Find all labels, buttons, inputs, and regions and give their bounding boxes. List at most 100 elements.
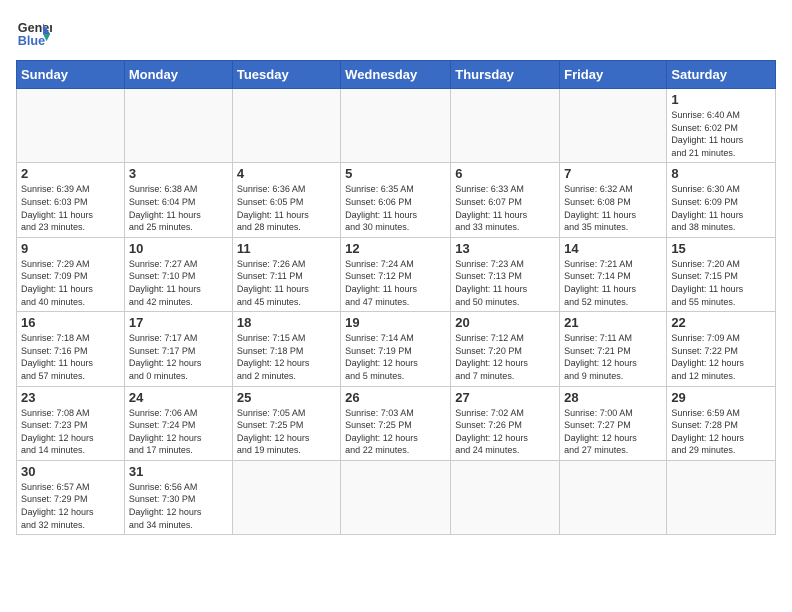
col-header-thursday: Thursday <box>451 61 560 89</box>
day-info: Sunrise: 6:35 AMSunset: 6:06 PMDaylight:… <box>345 183 446 233</box>
day-info: Sunrise: 6:59 AMSunset: 7:28 PMDaylight:… <box>671 407 771 457</box>
day-number: 7 <box>564 166 662 181</box>
day-info: Sunrise: 7:06 AMSunset: 7:24 PMDaylight:… <box>129 407 228 457</box>
calendar-day: 18 Sunrise: 7:15 AMSunset: 7:18 PMDayligh… <box>232 312 340 386</box>
calendar-week-3: 9Sunrise: 7:29 AMSunset: 7:09 PMDaylight… <box>17 237 776 311</box>
day-info: Sunrise: 7:12 AMSunset: 7:20 PMDaylight:… <box>455 332 555 382</box>
day-info: Sunrise: 7:29 AMSunset: 7:09 PMDaylight:… <box>21 258 120 308</box>
calendar-day: 29Sunrise: 6:59 AMSunset: 7:28 PMDayligh… <box>667 386 776 460</box>
day-info: Sunrise: 7:24 AMSunset: 7:12 PMDaylight:… <box>345 258 446 308</box>
day-info: Sunrise: 7:09 AMSunset: 7:22 PMDaylight:… <box>671 332 771 382</box>
calendar-week-6: 30Sunrise: 6:57 AMSunset: 7:29 PMDayligh… <box>17 460 776 534</box>
calendar-day <box>451 89 560 163</box>
day-info: Sunrise: 7:26 AMSunset: 7:11 PMDaylight:… <box>237 258 336 308</box>
day-number: 18 <box>237 315 336 330</box>
day-info: Sunrise: 7:17 AMSunset: 7:17 PMDaylight:… <box>129 332 228 382</box>
calendar-day: 22 Sunrise: 7:09 AMSunset: 7:22 PMDayligh… <box>667 312 776 386</box>
calendar-day <box>451 460 560 534</box>
calendar-day: 5 Sunrise: 6:35 AMSunset: 6:06 PMDaylight… <box>341 163 451 237</box>
calendar-day <box>17 89 125 163</box>
day-number: 21 <box>564 315 662 330</box>
day-number: 17 <box>129 315 228 330</box>
day-number: 10 <box>129 241 228 256</box>
calendar-table: SundayMondayTuesdayWednesdayThursdayFrid… <box>16 60 776 535</box>
day-info: Sunrise: 7:23 AMSunset: 7:13 PMDaylight:… <box>455 258 555 308</box>
day-number: 22 <box>671 315 771 330</box>
calendar-day: 7 Sunrise: 6:32 AMSunset: 6:08 PMDaylight… <box>560 163 667 237</box>
calendar-day: 19Sunrise: 7:14 AMSunset: 7:19 PMDayligh… <box>341 312 451 386</box>
day-number: 11 <box>237 241 336 256</box>
calendar-day: 8Sunrise: 6:30 AMSunset: 6:09 PMDaylight… <box>667 163 776 237</box>
day-number: 4 <box>237 166 336 181</box>
calendar-day: 3 Sunrise: 6:38 AMSunset: 6:04 PMDaylight… <box>124 163 232 237</box>
calendar-day: 9Sunrise: 7:29 AMSunset: 7:09 PMDaylight… <box>17 237 125 311</box>
day-info: Sunrise: 7:21 AMSunset: 7:14 PMDaylight:… <box>564 258 662 308</box>
calendar-day: 13 Sunrise: 7:23 AMSunset: 7:13 PMDayligh… <box>451 237 560 311</box>
day-number: 25 <box>237 390 336 405</box>
day-number: 3 <box>129 166 228 181</box>
col-header-wednesday: Wednesday <box>341 61 451 89</box>
header: General Blue <box>16 16 776 52</box>
col-header-sunday: Sunday <box>17 61 125 89</box>
calendar-day: 30Sunrise: 6:57 AMSunset: 7:29 PMDayligh… <box>17 460 125 534</box>
day-number: 24 <box>129 390 228 405</box>
day-info: Sunrise: 7:20 AMSunset: 7:15 PMDaylight:… <box>671 258 771 308</box>
day-info: Sunrise: 7:03 AMSunset: 7:25 PMDaylight:… <box>345 407 446 457</box>
day-info: Sunrise: 6:38 AMSunset: 6:04 PMDaylight:… <box>129 183 228 233</box>
calendar-day: 17 Sunrise: 7:17 AMSunset: 7:17 PMDayligh… <box>124 312 232 386</box>
calendar-day: 23Sunrise: 7:08 AMSunset: 7:23 PMDayligh… <box>17 386 125 460</box>
day-number: 26 <box>345 390 446 405</box>
calendar-week-4: 16Sunrise: 7:18 AMSunset: 7:16 PMDayligh… <box>17 312 776 386</box>
calendar-day <box>124 89 232 163</box>
day-info: Sunrise: 6:36 AMSunset: 6:05 PMDaylight:… <box>237 183 336 233</box>
svg-text:Blue: Blue <box>18 34 45 48</box>
calendar-day: 27 Sunrise: 7:02 AMSunset: 7:26 PMDayligh… <box>451 386 560 460</box>
calendar-day: 1 Sunrise: 6:40 AMSunset: 6:02 PMDaylight… <box>667 89 776 163</box>
day-info: Sunrise: 6:40 AMSunset: 6:02 PMDaylight:… <box>671 109 771 159</box>
day-number: 27 <box>455 390 555 405</box>
day-info: Sunrise: 7:02 AMSunset: 7:26 PMDaylight:… <box>455 407 555 457</box>
logo-icon: General Blue <box>16 16 52 52</box>
day-info: Sunrise: 7:11 AMSunset: 7:21 PMDaylight:… <box>564 332 662 382</box>
calendar-day: 16Sunrise: 7:18 AMSunset: 7:16 PMDayligh… <box>17 312 125 386</box>
day-number: 30 <box>21 464 120 479</box>
day-number: 19 <box>345 315 446 330</box>
calendar-day: 12 Sunrise: 7:24 AMSunset: 7:12 PMDayligh… <box>341 237 451 311</box>
calendar-day: 31 Sunrise: 6:56 AMSunset: 7:30 PMDayligh… <box>124 460 232 534</box>
calendar-day: 4 Sunrise: 6:36 AMSunset: 6:05 PMDaylight… <box>232 163 340 237</box>
day-info: Sunrise: 6:56 AMSunset: 7:30 PMDaylight:… <box>129 481 228 531</box>
day-info: Sunrise: 6:32 AMSunset: 6:08 PMDaylight:… <box>564 183 662 233</box>
calendar-day: 26 Sunrise: 7:03 AMSunset: 7:25 PMDayligh… <box>341 386 451 460</box>
calendar-day: 20Sunrise: 7:12 AMSunset: 7:20 PMDayligh… <box>451 312 560 386</box>
calendar-day <box>667 460 776 534</box>
calendar-day: 21 Sunrise: 7:11 AMSunset: 7:21 PMDayligh… <box>560 312 667 386</box>
calendar-week-5: 23Sunrise: 7:08 AMSunset: 7:23 PMDayligh… <box>17 386 776 460</box>
day-info: Sunrise: 7:15 AMSunset: 7:18 PMDaylight:… <box>237 332 336 382</box>
day-number: 13 <box>455 241 555 256</box>
day-info: Sunrise: 7:05 AMSunset: 7:25 PMDaylight:… <box>237 407 336 457</box>
day-info: Sunrise: 6:30 AMSunset: 6:09 PMDaylight:… <box>671 183 771 233</box>
col-header-friday: Friday <box>560 61 667 89</box>
calendar-week-1: 1 Sunrise: 6:40 AMSunset: 6:02 PMDaylight… <box>17 89 776 163</box>
day-info: Sunrise: 7:27 AMSunset: 7:10 PMDaylight:… <box>129 258 228 308</box>
day-number: 5 <box>345 166 446 181</box>
day-number: 1 <box>671 92 771 107</box>
day-info: Sunrise: 7:18 AMSunset: 7:16 PMDaylight:… <box>21 332 120 382</box>
calendar-week-2: 2Sunrise: 6:39 AMSunset: 6:03 PMDaylight… <box>17 163 776 237</box>
logo: General Blue <box>16 16 52 52</box>
calendar-header-row: SundayMondayTuesdayWednesdayThursdayFrid… <box>17 61 776 89</box>
day-info: Sunrise: 6:39 AMSunset: 6:03 PMDaylight:… <box>21 183 120 233</box>
day-number: 15 <box>671 241 771 256</box>
day-number: 12 <box>345 241 446 256</box>
calendar-day: 25 Sunrise: 7:05 AMSunset: 7:25 PMDayligh… <box>232 386 340 460</box>
day-info: Sunrise: 7:08 AMSunset: 7:23 PMDaylight:… <box>21 407 120 457</box>
day-number: 14 <box>564 241 662 256</box>
calendar-day <box>560 460 667 534</box>
day-number: 31 <box>129 464 228 479</box>
calendar-day <box>232 460 340 534</box>
calendar-day: 2Sunrise: 6:39 AMSunset: 6:03 PMDaylight… <box>17 163 125 237</box>
day-info: Sunrise: 7:00 AMSunset: 7:27 PMDaylight:… <box>564 407 662 457</box>
calendar-day: 24 Sunrise: 7:06 AMSunset: 7:24 PMDayligh… <box>124 386 232 460</box>
calendar-day <box>560 89 667 163</box>
calendar-day: 28Sunrise: 7:00 AMSunset: 7:27 PMDayligh… <box>560 386 667 460</box>
